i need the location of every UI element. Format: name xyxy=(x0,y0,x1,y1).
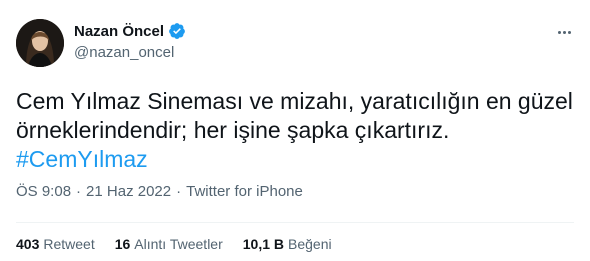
tweet-text-line-1: Cem Yılmaz Sineması ve mizahı, yaratıcıl… xyxy=(16,88,573,114)
author-name-row: Nazan Öncel xyxy=(74,22,186,40)
quote-tweets-count: 16 xyxy=(114,236,131,252)
tweet-text-line-2: örneklerindendir; her işine şapka çıkart… xyxy=(16,117,450,143)
retweets-count: 403 xyxy=(16,236,40,252)
meta-separator: · xyxy=(176,183,182,200)
avatar[interactable] xyxy=(16,19,64,67)
tweet-meta: ÖS 9:08 · 21 Haz 2022 · Twitter for iPho… xyxy=(16,183,303,200)
retweets-label: Retweet xyxy=(43,236,95,252)
tweet-text: Cem Yılmaz Sineması ve mizahı, yaratıcıl… xyxy=(16,87,576,174)
quote-tweets-label: Alıntı Tweetler xyxy=(134,236,223,252)
tweet-card: Nazan Öncel @nazan_oncel Cem Yılmaz Sine… xyxy=(0,0,590,261)
author-name[interactable]: Nazan Öncel xyxy=(74,23,164,40)
quote-tweets-stat[interactable]: 16 Alıntı Tweetler xyxy=(115,236,223,252)
divider xyxy=(16,222,574,223)
hashtag-link[interactable]: #CemYılmaz xyxy=(16,145,576,174)
meta-separator: · xyxy=(76,183,82,200)
likes-label: Beğeni xyxy=(288,236,332,252)
tweet-date[interactable]: 21 Haz 2022 xyxy=(86,183,171,200)
likes-stat[interactable]: 10,1 B Beğeni xyxy=(243,236,332,252)
tweet-stats: 403 Retweet 16 Alıntı Tweetler 10,1 B Be… xyxy=(16,236,352,252)
retweets-stat[interactable]: 403 Retweet xyxy=(16,236,95,252)
more-options-icon[interactable] xyxy=(554,22,574,42)
verified-badge-icon xyxy=(168,22,186,40)
tweet-time[interactable]: ÖS 9:08 xyxy=(16,183,71,200)
likes-count: 10,1 B xyxy=(242,236,284,252)
author-handle[interactable]: @nazan_oncel xyxy=(74,44,174,61)
tweet-source-link[interactable]: Twitter for iPhone xyxy=(186,183,303,200)
